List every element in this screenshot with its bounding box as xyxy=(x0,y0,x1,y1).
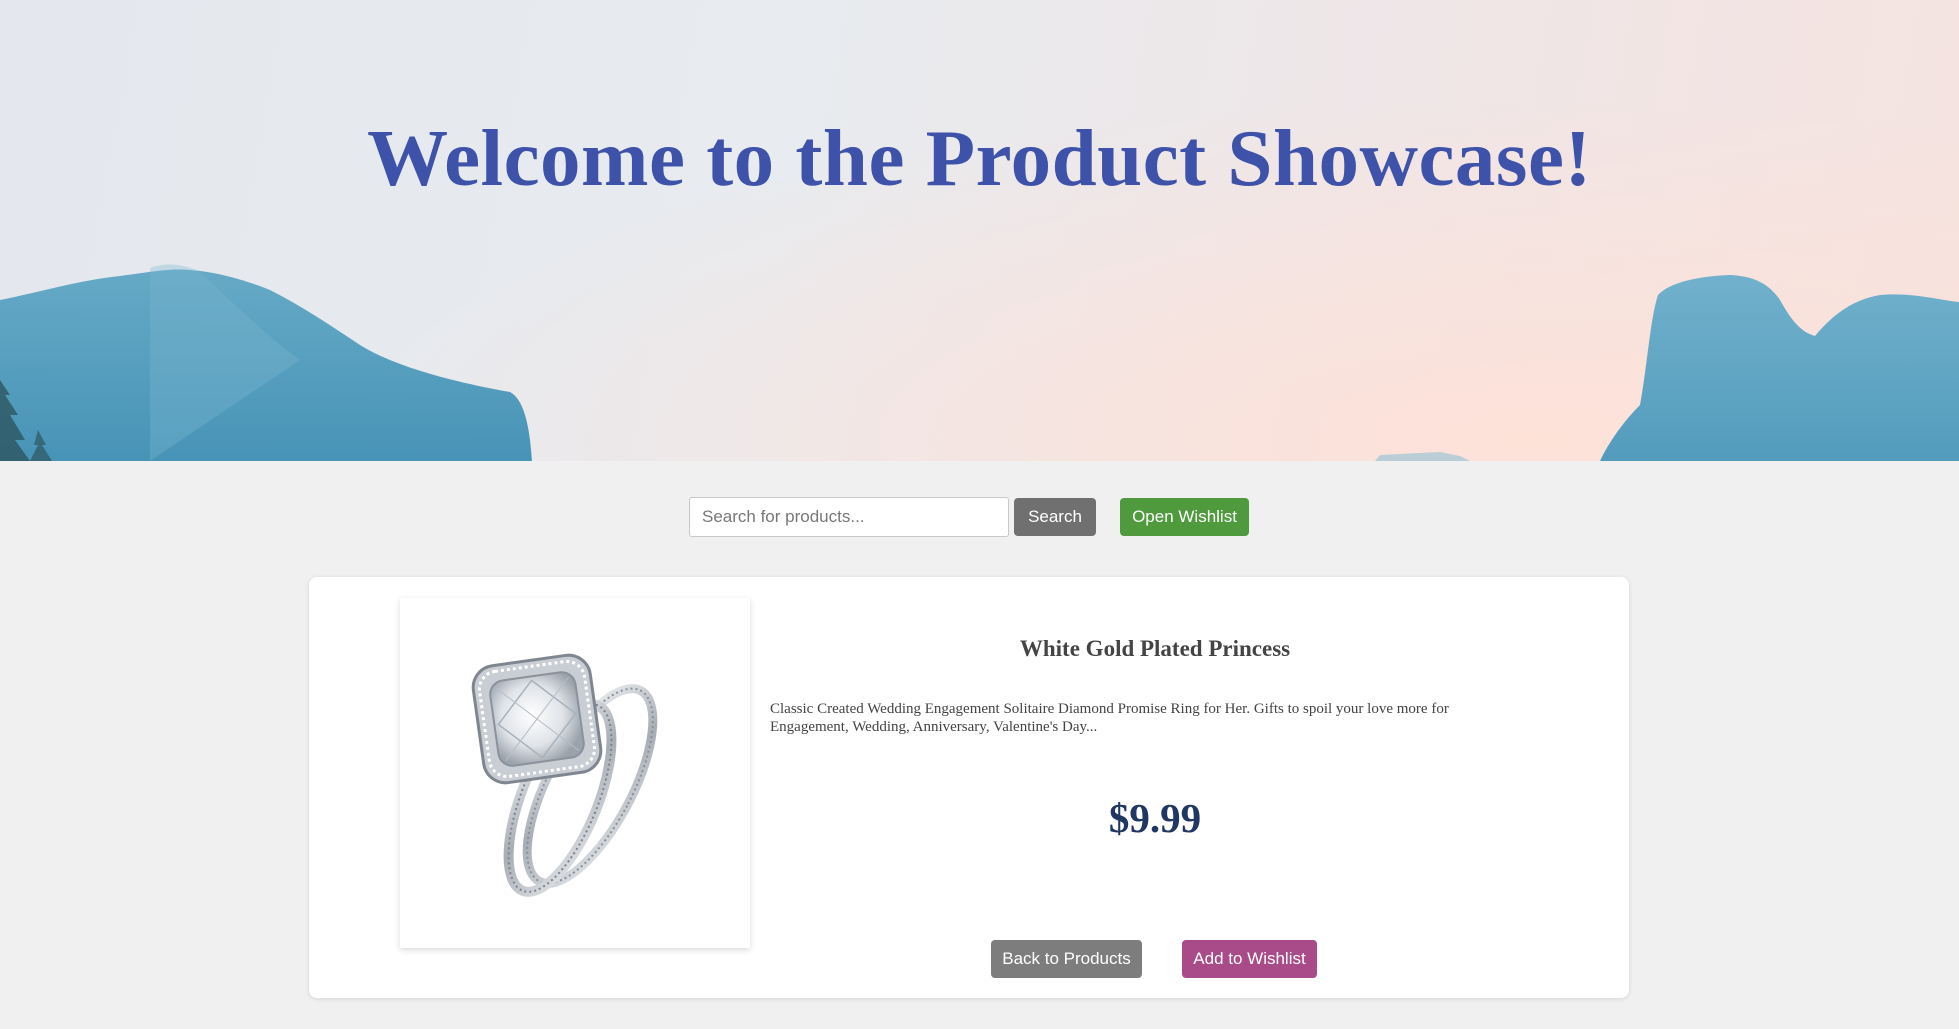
mountain-background-image xyxy=(0,264,1959,461)
hero-banner: Welcome to the Product Showcase! xyxy=(0,0,1959,461)
search-input[interactable] xyxy=(689,497,1009,537)
open-wishlist-button[interactable]: Open Wishlist xyxy=(1120,498,1249,536)
diamond-ring-image xyxy=(471,653,658,897)
page-title: Welcome to the Product Showcase! xyxy=(367,113,1592,203)
product-price: $9.99 xyxy=(1108,795,1202,841)
add-to-wishlist-button[interactable]: Add to Wishlist xyxy=(1182,940,1317,978)
back-to-products-button[interactable]: Back to Products xyxy=(991,940,1142,978)
product-image xyxy=(400,598,750,948)
product-name: White Gold Plated Princess xyxy=(1019,636,1291,661)
product-description: Classic Created Wedding Engagement Solit… xyxy=(770,701,1449,735)
search-button[interactable]: Search xyxy=(1014,498,1096,536)
